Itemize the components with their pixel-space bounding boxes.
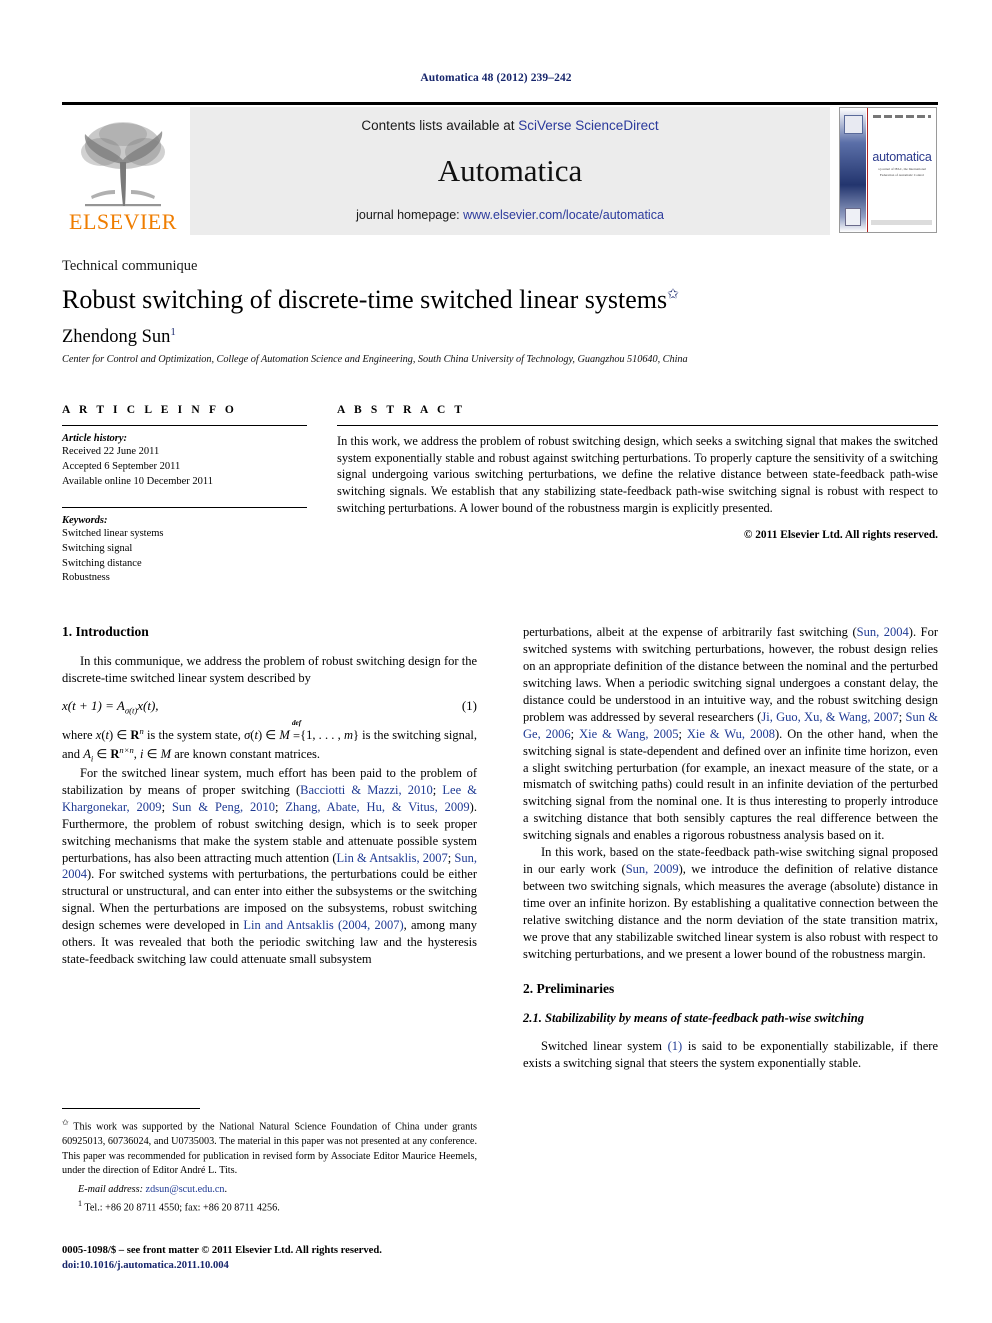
abstract-column: A B S T R A C T In this work, we address… xyxy=(337,404,938,586)
email-period: . xyxy=(224,1184,228,1196)
paper-title-text: Robust switching of discrete-time switch… xyxy=(62,285,668,314)
keywords-divider xyxy=(62,506,307,508)
right-p2-b: ), we introduce the definition of relati… xyxy=(523,862,938,961)
citation-link[interactable]: Sun, 2009 xyxy=(626,862,679,876)
intro-paragraph-2: where x(t) ∈ Rn is the system state, σ(t… xyxy=(62,718,477,764)
homepage-prefix: journal homepage: xyxy=(356,208,464,222)
keyword-item: Robustness xyxy=(62,572,110,584)
abstract-heading: A B S T R A C T xyxy=(337,404,466,416)
article-info-column: A R T I C L E I N F O Article history: R… xyxy=(62,404,307,586)
keywords-label: Keywords: xyxy=(62,514,108,526)
citation-link[interactable]: Zhang, Abate, Hu, & Vitus, 2009 xyxy=(285,800,469,814)
journal-homepage-link[interactable]: www.elsevier.com/locate/automatica xyxy=(463,208,664,222)
keyword-item: Switched linear systems xyxy=(62,527,164,539)
cover-header-text-bar xyxy=(873,115,931,118)
subsection-heading-2-1: 2.1. Stabilizability by means of state-f… xyxy=(523,1010,865,1025)
history-accepted: Accepted 6 September 2011 xyxy=(62,460,181,472)
right-p1-c: ). On the other hand, when the switching… xyxy=(523,726,938,843)
footnote-block: ✩ This work was supported by the Nationa… xyxy=(62,1108,477,1214)
body-columns: 1. Introduction In this communique, we a… xyxy=(62,624,938,1072)
article-info-heading: A R T I C L E I N F O xyxy=(62,404,237,416)
citation-link[interactable]: Xie & Wang, 2005 xyxy=(579,727,678,741)
article-title-block: Technical communique Robust switching of… xyxy=(62,258,938,365)
elsevier-wordmark: ELSEVIER xyxy=(69,209,177,234)
running-head: Automatica 48 (2012) 239–242 xyxy=(420,72,572,84)
left-column: 1. Introduction In this communique, we a… xyxy=(62,624,477,1072)
elsevier-tree-icon xyxy=(81,122,165,207)
citation-link[interactable]: Xie & Wu, 2008 xyxy=(687,727,775,741)
page-title: Robust switching of discrete-time switch… xyxy=(62,285,938,314)
citation-link[interactable]: Bacciotti & Mazzi, 2010 xyxy=(300,783,433,797)
equation-1: x(t + 1) = Aσ(t)x(t), (1) xyxy=(62,697,477,716)
right-paragraph-1: perturbations, albeit at the expense of … xyxy=(523,625,938,843)
tel-text: Tel.: +86 20 8711 4550; fax: +86 20 8711… xyxy=(84,1202,280,1214)
citation-link[interactable]: Lin and Antsaklis (2004, 2007) xyxy=(243,918,403,932)
author-text: Zhendong Sun xyxy=(62,327,171,348)
footnote-funding: ✩ This work was supported by the Nationa… xyxy=(62,1117,477,1179)
intro-paragraph-1: In this communique, we address the probl… xyxy=(62,654,477,685)
cover-publisher-logo-icon xyxy=(845,208,861,226)
article-history-label: Article history: xyxy=(62,433,128,444)
keyword-item: Switching distance xyxy=(62,557,142,569)
right-paragraph-2: In this work, based on the state-feedbac… xyxy=(523,844,938,963)
contents-prefix: Contents lists available at xyxy=(361,118,519,133)
prelim-p1-a: Switched linear system xyxy=(541,1038,668,1053)
elsevier-logo: ELSEVIER xyxy=(62,107,184,235)
paper-page: Automatica 48 (2012) 239–242 ELSEVIER Co… xyxy=(0,0,992,1323)
section-heading-introduction: 1. Introduction xyxy=(62,624,149,639)
intro-p2-tail: are known constant matrices. xyxy=(174,746,321,761)
journal-masthead: ELSEVIER Contents lists available at Sci… xyxy=(62,102,938,237)
footnote-email-line: E-mail address: zdsun@scut.edu.cn. xyxy=(62,1184,477,1195)
title-footnote-marker: ✩ xyxy=(667,287,679,303)
cover-red-rule xyxy=(867,108,868,232)
journal-homepage-line: journal homepage: www.elsevier.com/locat… xyxy=(356,208,664,222)
keyword-item: Switching signal xyxy=(62,542,133,554)
history-available-online: Available online 10 December 2011 xyxy=(62,475,214,487)
imprint-front-matter: 0005-1098/$ – see front matter © 2011 El… xyxy=(62,1245,382,1256)
right-column: perturbations, albeit at the expense of … xyxy=(523,624,938,1072)
journal-title: Automatica xyxy=(437,153,583,188)
cover-journal-subtitle: a journal of IFAC, the International Fed… xyxy=(878,167,926,178)
section-heading-preliminaries: 2. Preliminaries xyxy=(523,980,615,996)
citation-link[interactable]: Lin & Antsaklis, 2007 xyxy=(337,851,448,865)
right-p1-a: perturbations, albeit at the expense of … xyxy=(523,625,857,639)
equation-1-number: (1) xyxy=(461,697,477,713)
cover-ifac-logo-icon xyxy=(844,115,863,134)
abstract-divider xyxy=(337,425,938,426)
sciencedirect-link[interactable]: SciVerse ScienceDirect xyxy=(518,118,658,133)
abstract-text: In this work, we address the problem of … xyxy=(337,434,938,515)
author-footnote-marker: 1 xyxy=(170,327,176,339)
contents-available-line: Contents lists available at SciVerse Sci… xyxy=(361,118,658,133)
doi-link[interactable]: doi:10.1016/j.automatica.2011.10.004 xyxy=(62,1258,522,1273)
equation-reference-link[interactable]: (1) xyxy=(668,1039,683,1053)
cover-journal-title: automatica xyxy=(872,150,932,164)
citation-link[interactable]: Ji, Guo, Xu, & Wang, 2007 xyxy=(761,710,898,724)
author-name: Zhendong Sun1 xyxy=(62,327,938,348)
email-label: E-mail address: xyxy=(78,1184,143,1196)
email-link[interactable]: zdsun@scut.edu.cn xyxy=(146,1184,225,1195)
info-abstract-row: A R T I C L E I N F O Article history: R… xyxy=(62,404,938,586)
footnote-funding-text: This work was supported by the National … xyxy=(62,1121,477,1177)
citation-link[interactable]: Sun & Peng, 2010 xyxy=(172,800,275,814)
article-info-divider xyxy=(62,425,307,426)
history-received: Received 22 June 2011 xyxy=(62,446,160,457)
journal-cover-thumbnail: automatica a journal of IFAC, the Intern… xyxy=(838,107,938,235)
abstract-copyright: © 2011 Elsevier Ltd. All rights reserved… xyxy=(743,528,938,541)
preliminaries-paragraph-1: Switched linear system (1) is said to be… xyxy=(523,1038,938,1072)
intro-paragraph-3: For the switched linear system, much eff… xyxy=(62,765,478,967)
imprint-block: 0005-1098/$ – see front matter © 2011 El… xyxy=(62,1243,522,1274)
footnote-divider xyxy=(62,1108,200,1109)
masthead-center-band: Contents lists available at SciVerse Sci… xyxy=(190,107,830,235)
footnote-tel-line: 1 Tel.: +86 20 8711 4550; fax: +86 20 87… xyxy=(62,1199,477,1213)
author-affiliation: Center for Control and Optimization, Col… xyxy=(62,354,688,366)
citation-link[interactable]: Sun, 2004 xyxy=(857,625,909,639)
article-type: Technical communique xyxy=(62,258,198,274)
cover-footer-bar xyxy=(871,220,932,225)
footnote-star-marker: ✩ xyxy=(62,1118,69,1127)
tel-footnote-marker: 1 xyxy=(78,1199,82,1209)
